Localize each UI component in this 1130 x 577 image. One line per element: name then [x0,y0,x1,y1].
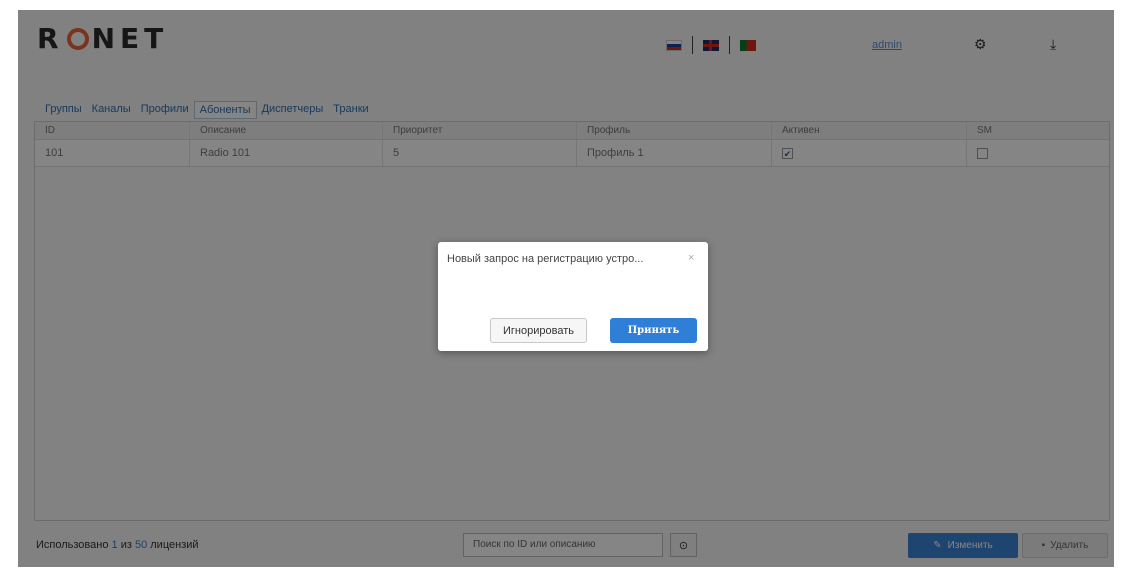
dialog-title: Новый запрос на регистрацию устро... [447,253,644,265]
accept-button[interactable]: Принять [610,318,697,343]
ignore-button[interactable]: Игнорировать [490,318,587,343]
close-icon[interactable]: × [688,252,694,264]
registration-request-dialog: Новый запрос на регистрацию устро... × И… [438,242,708,351]
